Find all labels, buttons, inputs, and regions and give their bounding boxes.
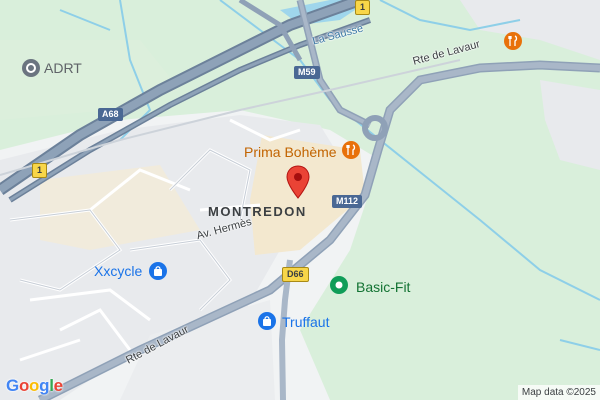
map-pin-icon[interactable] — [286, 165, 310, 199]
poi-label-basic-fit[interactable]: Basic-Fit — [356, 280, 410, 294]
restaurant-icon — [346, 144, 356, 155]
fitness-icon — [335, 281, 343, 289]
map-view[interactable]: A68 M59 M112 D66 1 1 La Sausse Rte de La… — [0, 0, 600, 400]
road-shield-a68: A68 — [98, 108, 123, 121]
restaurant-icon — [508, 35, 518, 46]
shopping-bag-icon — [154, 266, 162, 276]
road-shield-m59: M59 — [294, 66, 320, 79]
road-shield-m112: M112 — [332, 195, 363, 208]
map-attribution[interactable]: Map data ©2025 — [517, 385, 600, 400]
adrt-poi[interactable] — [22, 59, 40, 77]
area-label-montredon: MONTREDON — [208, 204, 307, 219]
google-logo: Google — [6, 376, 63, 395]
restaurant-poi-top-right[interactable] — [504, 32, 522, 50]
road-shield-1-left: 1 — [32, 163, 48, 178]
prima-boheme-poi[interactable] — [342, 141, 360, 159]
basic-fit-poi[interactable] — [330, 276, 348, 294]
poi-label-adrt[interactable]: ADRT — [44, 61, 82, 75]
map-canvas — [0, 0, 600, 400]
shopping-bag-icon — [263, 316, 271, 326]
location-icon — [26, 63, 36, 73]
xxcycle-poi[interactable] — [149, 262, 167, 280]
poi-label-truffaut[interactable]: Truffaut — [282, 315, 329, 329]
poi-label-xxcycle[interactable]: Xxcycle — [94, 264, 142, 278]
poi-label-prima-boheme[interactable]: Prima Bohème — [244, 145, 337, 159]
truffaut-poi[interactable] — [258, 312, 276, 330]
road-shield-d66: D66 — [282, 267, 309, 282]
road-shield-1-top: 1 — [355, 0, 371, 15]
